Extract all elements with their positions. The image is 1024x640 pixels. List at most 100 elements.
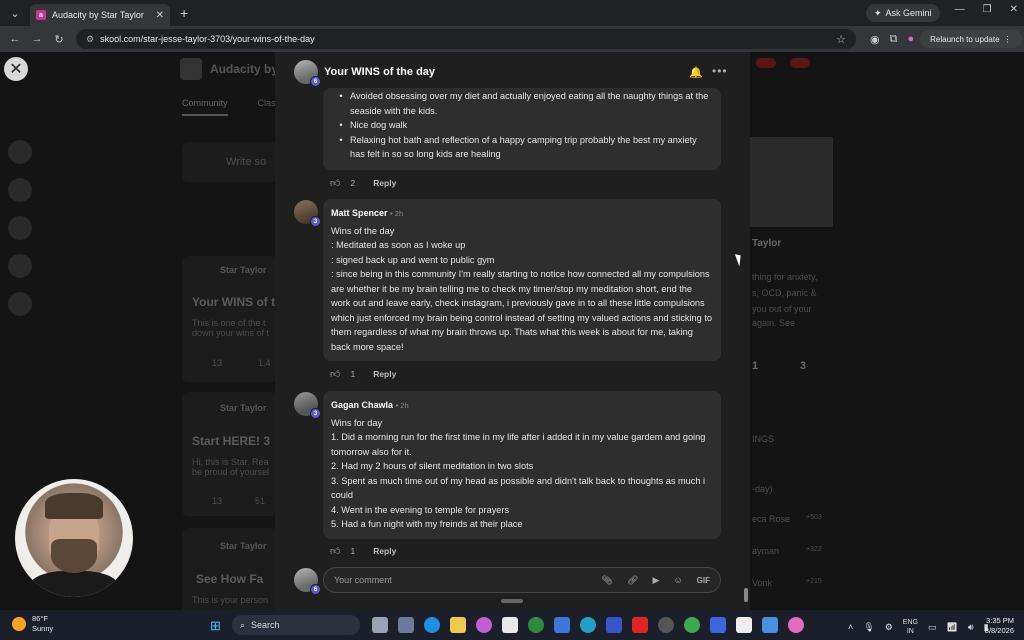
reply-button[interactable]: Reply [373,546,396,556]
tab-title: Audacity by Star Taylor [52,10,144,20]
group-header: Audacity by S [180,58,289,80]
modal-scrollbar[interactable] [742,92,750,607]
compose-box[interactable]: Write so [182,142,277,182]
more-options-icon[interactable]: ••• [712,64,728,78]
profile-avatar-icon[interactable]: ● [907,33,914,45]
bell-icon[interactable]: 🔔 [689,66,703,79]
group-logo [180,58,202,80]
close-tab-icon[interactable]: ✕ [156,10,164,21]
like-icon[interactable]: 👍︎ [330,368,340,380]
leaderboard-period: -day) [752,484,773,494]
group-nav: Community Clas [182,98,276,116]
task-view-icon[interactable] [372,617,388,633]
forward-icon[interactable]: → [26,33,48,45]
avatar[interactable]: 6 [294,60,321,87]
post-author: Star Taylor [220,403,267,413]
drag-handle[interactable] [501,599,523,603]
compose-placeholder: Write so [226,156,267,168]
close-window-icon[interactable]: ✕ [1010,4,1018,15]
post-modal: 6 Your WINS of the day 🔔 ••• • Avoided ob… [275,52,750,610]
language-indicator[interactable]: ENG IN [903,618,918,636]
emoji-icon[interactable]: ☺ [673,575,682,585]
wifi-icon[interactable]: 📶︎ [946,622,957,633]
post-author: Star Taylor [220,541,267,551]
comment-author[interactable]: Gagan Chawla [331,400,393,410]
store-icon[interactable] [502,617,518,633]
outlook-icon[interactable] [554,617,570,633]
like-icon[interactable]: 👍︎ [330,545,340,557]
site-info-icon[interactable]: ⚙ [86,34,94,45]
url-omnibox[interactable]: ⚙ skool.com/star-jesse-taylor-3703/your-… [76,29,856,49]
stat-value: 3 [800,360,807,372]
gif-button[interactable]: GIF [697,576,710,585]
microphone-icon[interactable]: 🎙︎ [863,622,874,633]
vscode-icon[interactable] [606,617,622,633]
group-icon[interactable] [8,178,32,202]
reload-icon[interactable]: ↻ [48,33,70,46]
groups-sidebar [8,140,32,316]
weather-temp: 86°F [32,614,48,623]
video-icon[interactable]: ▶ [653,575,660,586]
windows-start-icon[interactable]: ⊞ [210,618,221,634]
volume-icon[interactable]: 🔊︎ [968,622,974,633]
maximize-icon[interactable]: ❐ [983,4,992,15]
mic-settings-icon[interactable]: ⚙ [885,622,893,633]
tab-search-icon[interactable]: ⌄ [4,2,26,24]
post-comments: 51 [255,496,266,506]
close-modal-icon[interactable]: ✕ [4,57,28,81]
leaderboard-name: Vonk [752,578,773,588]
group-icon[interactable] [8,216,32,240]
photos-icon[interactable] [762,617,778,633]
relaunch-label: Relaunch to update [930,34,1000,44]
list-item: • Avoided obsessing over my diet and actu… [332,89,712,118]
comment-input[interactable] [334,575,588,585]
nav-community[interactable]: Community [182,98,228,116]
minimize-icon[interactable]: — [955,4,965,15]
leaderboard-points: +322 [806,546,822,553]
reply-button[interactable]: Reply [373,369,396,379]
level-badge: 3 [310,408,321,419]
puzzle-icon[interactable]: ⧉ [890,33,898,46]
group-icon[interactable] [8,254,32,278]
comment-text: 4. Went in the evening to temple for pra… [331,504,510,515]
weather-widget[interactable]: 86°F Sunny [12,614,53,634]
extension-icon[interactable]: ◉ [870,33,880,46]
bookmark-star-icon[interactable]: ☆ [836,33,846,46]
taskbar-search[interactable]: ⌕ Search [232,615,360,635]
app-icon[interactable] [736,617,752,633]
youtube-icon[interactable] [632,617,648,633]
group-icon[interactable] [8,292,32,316]
ask-gemini-button[interactable]: ✦ Ask Gemini [866,4,940,22]
avatar[interactable]: 3 [294,392,321,419]
clock[interactable]: 3:35 PM 8/8/2026 [985,616,1014,636]
stat-value: 1 [752,360,759,372]
chevron-up-icon[interactable]: ˄ [848,622,853,632]
comment-author[interactable]: Matt Spencer [331,208,388,218]
like-icon[interactable]: 👍︎ [330,177,340,189]
terminal-icon[interactable] [398,617,414,633]
browser-tab[interactable]: a Audacity by Star Taylor ✕ [30,4,170,26]
post-title: Your WINS of t [192,295,276,309]
display-icon[interactable]: ▭ [928,622,937,633]
chrome-alt-icon[interactable] [788,617,804,633]
reply-button[interactable]: Reply [373,178,396,188]
scrollbar-thumb[interactable] [744,588,748,602]
chrome-icon[interactable] [684,617,700,633]
edge-icon[interactable] [424,617,440,633]
link-icon[interactable]: 🔗︎ [627,575,638,586]
browser-icon[interactable] [580,617,596,633]
zoom-icon[interactable] [710,617,726,633]
attachment-icon[interactable]: 📎︎ [602,575,613,586]
settings-icon[interactable] [658,617,674,633]
avatar[interactable]: 3 [294,200,321,227]
file-explorer-icon[interactable] [450,617,466,633]
nav-classroom[interactable]: Clas [258,98,276,116]
group-icon[interactable] [8,140,32,164]
taskbar-apps [372,617,804,633]
clock-time: 3:35 PM [986,616,1014,625]
copilot-icon[interactable] [476,617,492,633]
xbox-icon[interactable] [528,617,544,633]
back-icon[interactable]: ← [4,33,26,45]
relaunch-button[interactable]: Relaunch to update ⋮ [920,30,1022,48]
new-tab-icon[interactable]: + [180,5,188,21]
